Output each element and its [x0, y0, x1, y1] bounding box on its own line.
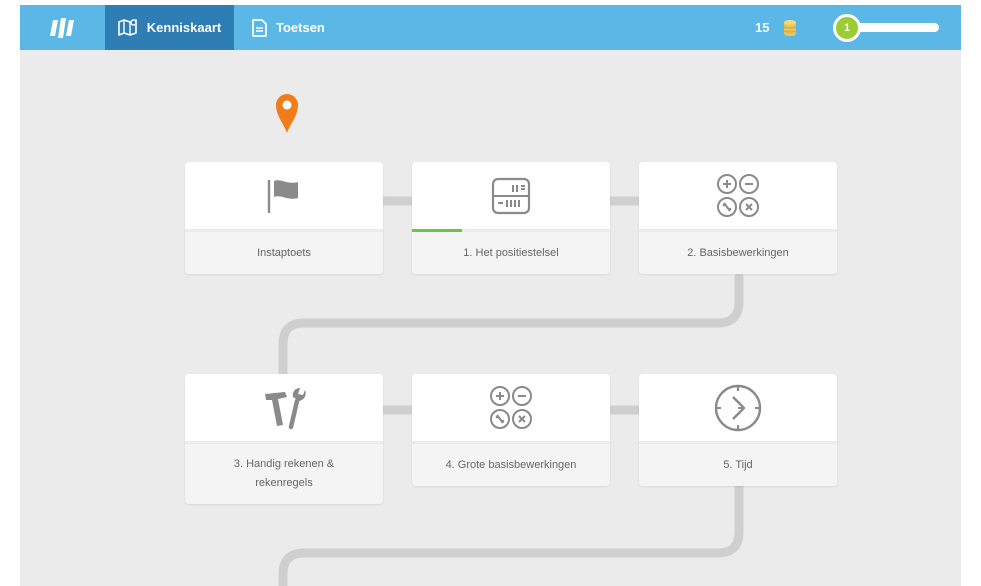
flag-icon	[267, 179, 298, 213]
tools-icon	[265, 387, 306, 429]
node-label: 5. Tijd	[639, 444, 837, 486]
path-row-link	[278, 272, 744, 379]
node-label: Instaptoets	[185, 232, 383, 274]
abacus-icon	[491, 177, 531, 214]
operations-icon	[490, 385, 532, 429]
app-window: Kenniskaart Toetsen 15 1 Instaptoets 1. …	[20, 5, 961, 586]
location-pin-icon	[275, 92, 299, 139]
node-het-positiestelsel[interactable]: 1. Het positiestelsel	[412, 162, 610, 274]
operations-icon	[717, 173, 759, 217]
node-label: 4. Grote basisbewerkingen	[412, 444, 610, 486]
node-tijd[interactable]: 5. Tijd	[639, 374, 837, 486]
clock-icon	[714, 384, 762, 431]
node-grote-basisbewerkingen[interactable]: 4. Grote basisbewerkingen	[412, 374, 610, 486]
route-paths	[278, 196, 744, 586]
node-label: 1. Het positiestelsel	[412, 232, 610, 274]
node-handig-rekenen[interactable]: 3. Handig rekenen & rekenregels	[185, 374, 383, 504]
node-label: 3. Handig rekenen & rekenregels	[185, 444, 383, 504]
node-basisbewerkingen[interactable]: 2. Basisbewerkingen	[639, 162, 837, 274]
node-label: 2. Basisbewerkingen	[639, 232, 837, 274]
node-instaptoets[interactable]: Instaptoets	[185, 162, 383, 274]
